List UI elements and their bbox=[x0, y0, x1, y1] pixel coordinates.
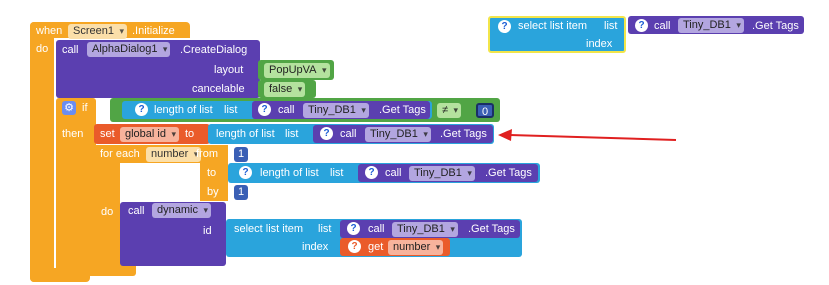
select-list-item-label: select list item bbox=[518, 20, 588, 32]
tinydb-dropdown[interactable]: Tiny_DB1 bbox=[409, 166, 475, 181]
create-dialog-method: .CreateDialog bbox=[180, 44, 248, 56]
tinydb-dropdown[interactable]: Tiny_DB1 bbox=[678, 18, 744, 33]
help-icon[interactable]: ? bbox=[347, 222, 360, 235]
do-label: do bbox=[36, 43, 49, 55]
call-label: call bbox=[385, 167, 402, 179]
list-label: list bbox=[318, 223, 332, 235]
by-label: by bbox=[207, 186, 219, 198]
cancelable-dropdown[interactable]: false bbox=[264, 82, 306, 97]
if-block[interactable] bbox=[56, 98, 96, 276]
gear-icon[interactable]: ⚙ bbox=[62, 101, 76, 115]
help-icon[interactable]: ? bbox=[135, 103, 148, 116]
length-of-list-label: length of list bbox=[216, 128, 275, 140]
help-icon[interactable]: ? bbox=[258, 103, 271, 116]
number-zero[interactable]: 0 bbox=[476, 103, 495, 118]
screen-dropdown[interactable]: Screen1 bbox=[68, 24, 127, 39]
call-label: call bbox=[654, 20, 671, 32]
global-id-dropdown[interactable]: global id bbox=[120, 127, 179, 142]
get-tags-method: .Get Tags bbox=[752, 20, 799, 32]
cancelable-label: cancelable bbox=[192, 83, 245, 95]
do-label: do bbox=[101, 206, 114, 218]
number-variable-dropdown[interactable]: number bbox=[146, 147, 202, 162]
for-each-label: for each bbox=[100, 148, 140, 160]
to-label: to bbox=[207, 167, 217, 179]
get-tags-method: .Get Tags bbox=[440, 128, 487, 140]
then-label: then bbox=[62, 128, 84, 140]
dynamic-dropdown[interactable]: dynamic bbox=[152, 203, 211, 218]
help-icon[interactable]: ? bbox=[320, 127, 333, 140]
from-value[interactable]: 1 bbox=[234, 147, 249, 162]
when-label: when bbox=[36, 25, 63, 37]
call-label: call bbox=[340, 128, 357, 140]
tinydb-dropdown[interactable]: Tiny_DB1 bbox=[365, 127, 431, 142]
set-label: set bbox=[100, 128, 115, 140]
help-icon[interactable]: ? bbox=[239, 166, 252, 179]
get-tags-method: .Get Tags bbox=[379, 104, 426, 116]
get-tags-method: .Get Tags bbox=[468, 223, 515, 235]
help-icon[interactable]: ? bbox=[365, 166, 378, 179]
index-label: index bbox=[302, 241, 329, 253]
not-equal-dropdown[interactable]: ≠ bbox=[437, 103, 462, 118]
tinydb-dropdown[interactable]: Tiny_DB1 bbox=[303, 103, 369, 118]
select-list-item-label: select list item bbox=[234, 223, 304, 235]
get-label: get bbox=[368, 241, 384, 253]
list-label: list bbox=[285, 128, 299, 140]
call-label: call bbox=[128, 205, 145, 217]
list-label: list bbox=[224, 104, 238, 116]
tinydb-dropdown[interactable]: Tiny_DB1 bbox=[392, 222, 458, 237]
length-of-list-label: length of list bbox=[154, 104, 213, 116]
call-label: call bbox=[368, 223, 385, 235]
list-label: list bbox=[604, 20, 618, 32]
length-of-list-label: length of list bbox=[260, 167, 319, 179]
id-label: id bbox=[203, 225, 212, 237]
call-label: call bbox=[62, 44, 79, 56]
by-value[interactable]: 1 bbox=[234, 185, 249, 200]
event-left-bar bbox=[30, 22, 54, 282]
if-label: if bbox=[82, 102, 88, 114]
index-label: index bbox=[586, 38, 613, 50]
red-arrow-icon bbox=[498, 129, 677, 141]
call-label: call bbox=[278, 104, 295, 116]
from-label: from bbox=[196, 148, 218, 160]
layout-label: layout bbox=[214, 64, 244, 76]
to-label: to bbox=[185, 128, 195, 140]
initialize-label: .Initialize bbox=[132, 25, 175, 37]
help-icon[interactable]: ? bbox=[635, 19, 648, 32]
list-label: list bbox=[330, 167, 344, 179]
number-variable-dropdown[interactable]: number bbox=[388, 240, 444, 255]
help-icon[interactable]: ? bbox=[498, 20, 511, 33]
help-icon[interactable]: ? bbox=[348, 240, 361, 253]
get-tags-method: .Get Tags bbox=[485, 167, 532, 179]
alphadialog-dropdown[interactable]: AlphaDialog1 bbox=[87, 42, 171, 57]
layout-value-dropdown[interactable]: PopUpVA bbox=[264, 63, 330, 78]
